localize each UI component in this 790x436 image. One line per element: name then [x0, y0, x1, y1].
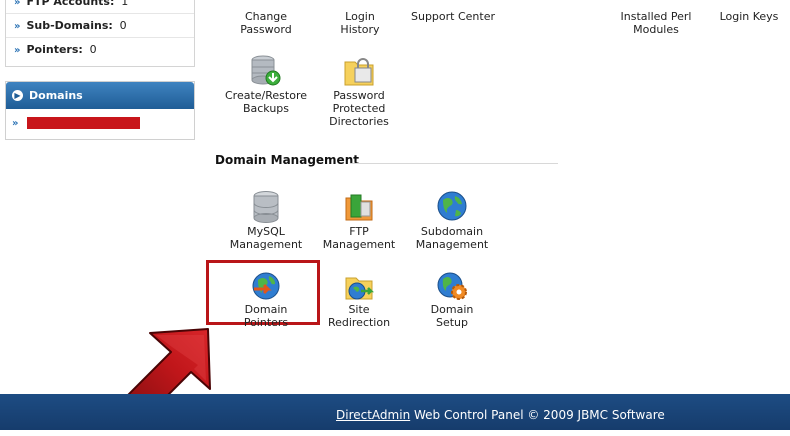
domains-header[interactable]: ▶ Domains: [6, 82, 194, 109]
installed-perl-modules-tile[interactable]: Installed Perl Modules: [614, 0, 698, 36]
login-keys-icon: [733, 0, 765, 8]
chevron-right-icon: »: [14, 21, 21, 32]
locked-folder-icon: [344, 58, 374, 86]
tile-label: MySQL Management: [229, 225, 303, 251]
subdomain-management-tile[interactable]: Subdomain Management: [414, 190, 490, 251]
support-center-tile[interactable]: Support Center: [410, 0, 496, 23]
database-icon: [253, 191, 279, 223]
tile-label: Create/Restore Backups: [225, 89, 307, 115]
stat-sub-domains: » Sub-Domains: 0: [6, 14, 194, 38]
ftp-folder-icon: [345, 194, 373, 221]
account-stats-box: » FTP Accounts: 1 » Sub-Domains: 0 » Pointe…: [5, 0, 195, 67]
tile-label: Installed Perl Modules: [620, 10, 692, 36]
tile-label: FTP Management: [322, 225, 396, 251]
ftp-management-tile[interactable]: FTP Management: [314, 190, 404, 251]
change-password-tile[interactable]: Change Password: [232, 0, 300, 36]
footer-copyright: Web Control Panel © 2009 JBMC Software: [410, 408, 665, 422]
perl-icon: [640, 0, 672, 8]
domain-list-item[interactable]: »: [6, 109, 194, 137]
chevron-right-icon: »: [14, 0, 21, 8]
login-history-tile[interactable]: Login History: [324, 0, 396, 36]
site-redirection-tile[interactable]: Site Redirection: [316, 271, 402, 329]
domains-title: Domains: [29, 89, 83, 102]
redacted-domain[interactable]: [27, 117, 140, 129]
chevron-right-icon: »: [12, 118, 19, 129]
stat-label: Sub-Domains:: [26, 19, 113, 32]
globe-pointer-icon: [252, 272, 280, 300]
stat-value: 0: [119, 19, 127, 32]
key-icon: [250, 0, 282, 8]
footer-bar: DirectAdmin Web Control Panel © 2009 JBM…: [0, 394, 790, 430]
redirect-folder-icon: [345, 277, 375, 300]
tile-label: Domain Pointers: [243, 303, 289, 329]
tile-label: Support Center: [410, 10, 495, 23]
section-divider: [350, 163, 558, 164]
database-backup-icon: [251, 55, 281, 86]
stat-value: 0: [89, 43, 97, 56]
stat-pointers: » Pointers: 0: [6, 38, 194, 61]
domain-pointers-tile[interactable]: Domain Pointers: [222, 271, 310, 329]
tile-label: Login History: [340, 10, 380, 36]
globe-icon: [437, 191, 467, 221]
tile-label: Change Password: [240, 10, 292, 36]
password-protected-directories-tile[interactable]: Password Protected Directories: [324, 54, 394, 128]
tile-label: Login Keys: [719, 10, 779, 23]
domains-box: ▶ Domains »: [5, 81, 195, 140]
directadmin-link[interactable]: DirectAdmin: [336, 408, 410, 422]
stat-label: FTP Accounts:: [26, 0, 115, 8]
tile-label: Subdomain Management: [415, 225, 489, 251]
stat-ftp-accounts: » FTP Accounts: 1: [6, 0, 194, 14]
tile-label: Domain Setup: [430, 303, 474, 329]
login-keys-tile[interactable]: Login Keys: [716, 0, 782, 23]
create-restore-backups-tile[interactable]: Create/Restore Backups: [224, 54, 308, 115]
stat-label: Pointers:: [26, 43, 83, 56]
circle-arrow-icon: ▶: [12, 89, 23, 101]
stat-value: 1: [121, 0, 129, 8]
tile-label: Site Redirection: [327, 303, 391, 329]
domain-setup-tile[interactable]: Domain Setup: [414, 271, 490, 329]
history-icon: [344, 0, 376, 8]
globe-gear-icon: [437, 272, 467, 300]
mysql-management-tile[interactable]: MySQL Management: [228, 190, 304, 251]
support-icon: [437, 0, 469, 8]
tile-label: Password Protected Directories: [329, 89, 389, 128]
section-title-domain-management: Domain Management: [215, 153, 359, 167]
chevron-right-icon: »: [14, 45, 21, 56]
